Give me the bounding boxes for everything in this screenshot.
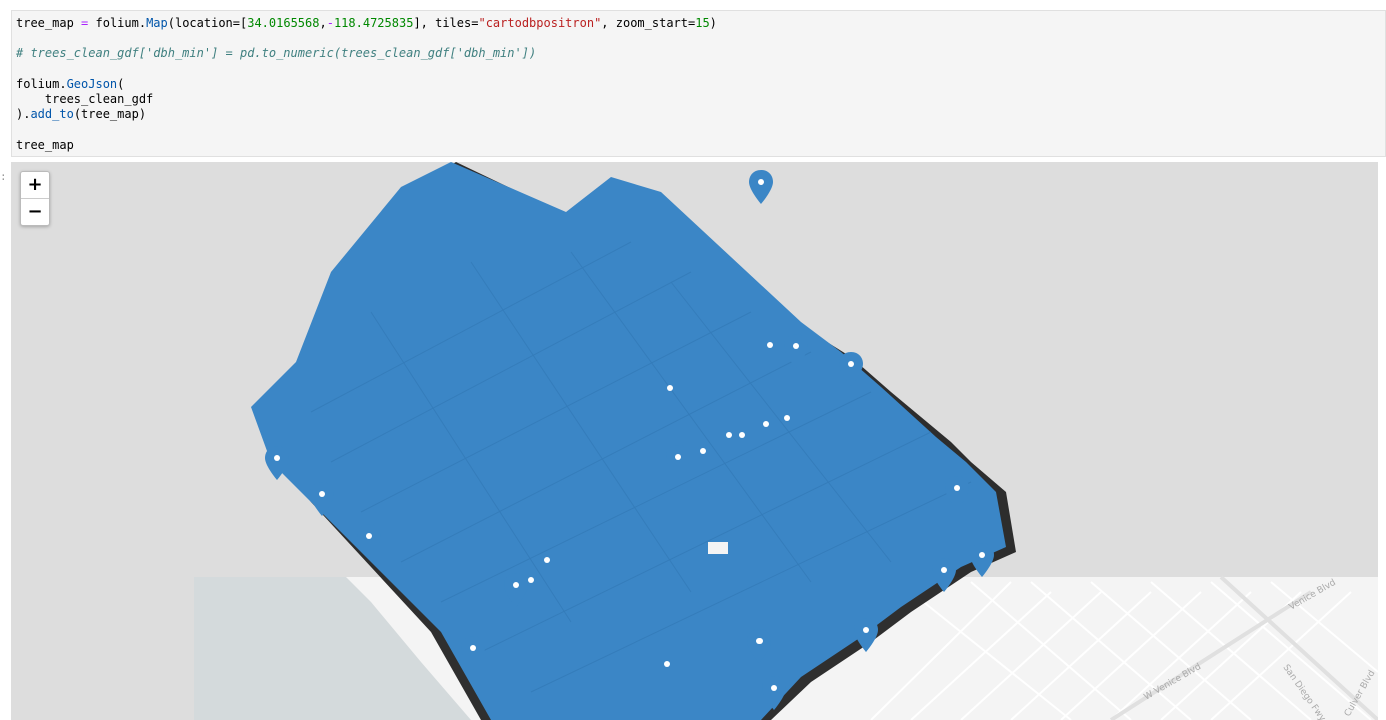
zoom-out-button[interactable]: − [21,198,49,225]
code-var: tree_map [16,16,74,30]
code-line-geojson-open: folium.GeoJson( [16,77,125,91]
code-lat: 34.0165568 [247,16,320,30]
folium-map[interactable]: W Venice Blvd Venice Blvd San Diego Fwy … [11,162,1378,720]
code-geojson-arg: trees_clean_gdf [16,92,154,106]
map-gap [708,542,728,554]
output-prompt: : [0,170,7,183]
code-tiles: "cartodbpositron" [478,16,602,30]
code-zoom: 15 [695,16,710,30]
map-tiles[interactable]: W Venice Blvd Venice Blvd San Diego Fwy … [11,162,1378,720]
code-comment: # trees_clean_gdf['dbh_min'] = pd.to_num… [16,46,537,60]
code-last-line: tree_map [16,138,74,152]
code-line-geojson-close: ).add_to(tree_map) [16,107,147,121]
code-line-1: tree_map = folium.Map(location=[34.01655… [16,16,717,30]
zoom-in-button[interactable]: + [21,172,49,198]
map-zoom-control: + − [20,171,50,226]
code-cell-input[interactable]: tree_map = folium.Map(location=[34.01655… [11,10,1386,157]
